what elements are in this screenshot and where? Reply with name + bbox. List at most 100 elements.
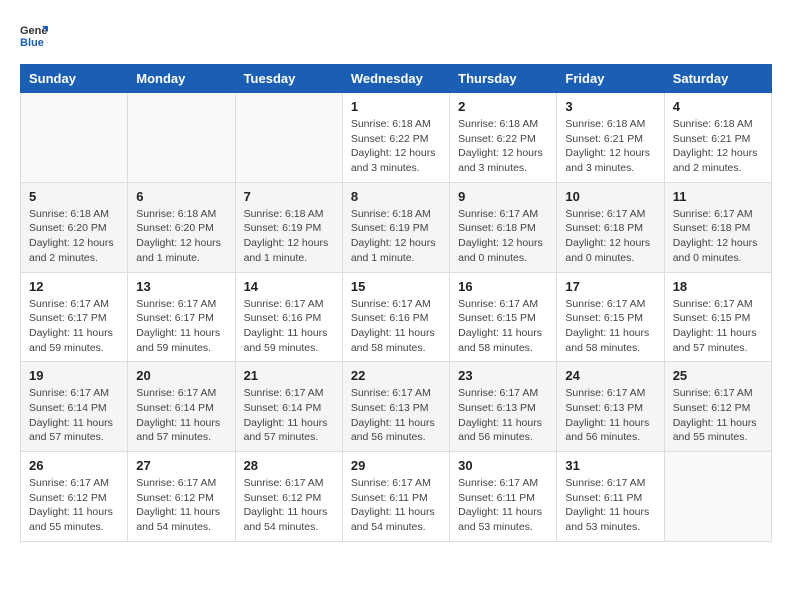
calendar-cell: 3 Sunrise: 6:18 AM Sunset: 6:21 PM Daylig… (557, 93, 664, 183)
day-info: Sunrise: 6:18 AM Sunset: 6:22 PM Dayligh… (458, 117, 548, 176)
weekday-header-tuesday: Tuesday (235, 65, 342, 93)
day-number: 28 (244, 458, 334, 473)
calendar-cell: 26 Sunrise: 6:17 AM Sunset: 6:12 PM Dayli… (21, 452, 128, 542)
calendar-cell: 5Sunrise: 6:18 AM Sunset: 6:20 PM Daylig… (21, 182, 128, 272)
calendar-cell: 2Sunrise: 6:18 AM Sunset: 6:22 PM Daylig… (450, 93, 557, 183)
day-number: 22 (351, 368, 441, 383)
calendar-table: SundayMondayTuesdayWednesdayThursdayFrid… (20, 64, 772, 542)
day-info: Sunrise: 6:17 AM Sunset: 6:14 PM Dayligh… (136, 386, 226, 445)
day-info: Sunrise: 6:17 AM Sunset: 6:13 PM Dayligh… (458, 386, 548, 445)
day-info: Sunrise: 6:17 AM Sunset: 6:12 PM Dayligh… (244, 476, 334, 535)
day-info: Sunrise: 6:17 AM Sunset: 6:11 PM Dayligh… (565, 476, 655, 535)
calendar-week-3: 12Sunrise: 6:17 AM Sunset: 6:17 PM Dayli… (21, 272, 772, 362)
logo-icon: General Blue (20, 20, 48, 48)
weekday-header-sunday: Sunday (21, 65, 128, 93)
day-info: Sunrise: 6:17 AM Sunset: 6:13 PM Dayligh… (565, 386, 655, 445)
day-number: 13 (136, 279, 226, 294)
calendar-cell: 27 Sunrise: 6:17 AM Sunset: 6:12 PM Dayli… (128, 452, 235, 542)
calendar-cell (235, 93, 342, 183)
weekday-header-saturday: Saturday (664, 65, 771, 93)
calendar-cell: 7 Sunrise: 6:18 AM Sunset: 6:19 PM Daylig… (235, 182, 342, 272)
calendar-cell: 20 Sunrise: 6:17 AM Sunset: 6:14 PM Dayli… (128, 362, 235, 452)
day-number: 3 (565, 99, 655, 114)
day-info: Sunrise: 6:17 AM Sunset: 6:18 PM Dayligh… (565, 207, 655, 266)
day-number: 24 (565, 368, 655, 383)
day-info: Sunrise: 6:18 AM Sunset: 6:20 PM Dayligh… (136, 207, 226, 266)
day-number: 10 (565, 189, 655, 204)
day-number: 20 (136, 368, 226, 383)
calendar-cell: 13 Sunrise: 6:17 AM Sunset: 6:17 PM Dayli… (128, 272, 235, 362)
calendar-cell: 16 Sunrise: 6:17 AM Sunset: 6:15 PM Dayli… (450, 272, 557, 362)
day-number: 27 (136, 458, 226, 473)
day-info: Sunrise: 6:18 AM Sunset: 6:21 PM Dayligh… (565, 117, 655, 176)
calendar-cell: 6 Sunrise: 6:18 AM Sunset: 6:20 PM Daylig… (128, 182, 235, 272)
calendar-cell (664, 452, 771, 542)
day-info: Sunrise: 6:17 AM Sunset: 6:17 PM Dayligh… (136, 297, 226, 356)
day-number: 30 (458, 458, 548, 473)
calendar-week-4: 19 Sunrise: 6:17 AM Sunset: 6:14 PM Dayli… (21, 362, 772, 452)
day-number: 16 (458, 279, 548, 294)
weekday-header-wednesday: Wednesday (342, 65, 449, 93)
calendar-cell: 19Sunrise: 6:17 AM Sunset: 6:14 PM Dayli… (21, 362, 128, 452)
day-info: Sunrise: 6:17 AM Sunset: 6:12 PM Dayligh… (673, 386, 763, 445)
day-info: Sunrise: 6:18 AM Sunset: 6:22 PM Dayligh… (351, 117, 441, 176)
day-number: 23 (458, 368, 548, 383)
day-info: Sunrise: 6:18 AM Sunset: 6:21 PM Dayligh… (673, 117, 763, 176)
day-number: 25 (673, 368, 763, 383)
calendar-header: SundayMondayTuesdayWednesdayThursdayFrid… (21, 65, 772, 93)
calendar-cell: 1 Sunrise: 6:18 AM Sunset: 6:22 PM Daylig… (342, 93, 449, 183)
calendar-cell (21, 93, 128, 183)
day-number: 9 (458, 189, 548, 204)
weekday-header-monday: Monday (128, 65, 235, 93)
day-info: Sunrise: 6:17 AM Sunset: 6:11 PM Dayligh… (351, 476, 441, 535)
day-number: 31 (565, 458, 655, 473)
calendar-cell: 29Sunrise: 6:17 AM Sunset: 6:11 PM Dayli… (342, 452, 449, 542)
day-number: 8 (351, 189, 441, 204)
day-number: 6 (136, 189, 226, 204)
day-number: 7 (244, 189, 334, 204)
day-info: Sunrise: 6:18 AM Sunset: 6:19 PM Dayligh… (244, 207, 334, 266)
day-number: 14 (244, 279, 334, 294)
calendar-cell: 23 Sunrise: 6:17 AM Sunset: 6:13 PM Dayli… (450, 362, 557, 452)
day-info: Sunrise: 6:17 AM Sunset: 6:18 PM Dayligh… (673, 207, 763, 266)
calendar-body: 1 Sunrise: 6:18 AM Sunset: 6:22 PM Daylig… (21, 93, 772, 542)
calendar-cell: 10 Sunrise: 6:17 AM Sunset: 6:18 PM Dayli… (557, 182, 664, 272)
day-info: Sunrise: 6:17 AM Sunset: 6:18 PM Dayligh… (458, 207, 548, 266)
weekday-header-thursday: Thursday (450, 65, 557, 93)
day-info: Sunrise: 6:17 AM Sunset: 6:14 PM Dayligh… (244, 386, 334, 445)
day-info: Sunrise: 6:17 AM Sunset: 6:16 PM Dayligh… (244, 297, 334, 356)
calendar-week-1: 1 Sunrise: 6:18 AM Sunset: 6:22 PM Daylig… (21, 93, 772, 183)
day-info: Sunrise: 6:17 AM Sunset: 6:13 PM Dayligh… (351, 386, 441, 445)
calendar-cell: 21 Sunrise: 6:17 AM Sunset: 6:14 PM Dayli… (235, 362, 342, 452)
calendar-cell: 11 Sunrise: 6:17 AM Sunset: 6:18 PM Dayli… (664, 182, 771, 272)
calendar-cell: 4 Sunrise: 6:18 AM Sunset: 6:21 PM Daylig… (664, 93, 771, 183)
day-info: Sunrise: 6:17 AM Sunset: 6:12 PM Dayligh… (136, 476, 226, 535)
logo: General Blue (20, 20, 52, 48)
calendar-cell: 12Sunrise: 6:17 AM Sunset: 6:17 PM Dayli… (21, 272, 128, 362)
day-info: Sunrise: 6:17 AM Sunset: 6:15 PM Dayligh… (565, 297, 655, 356)
day-number: 15 (351, 279, 441, 294)
day-info: Sunrise: 6:17 AM Sunset: 6:16 PM Dayligh… (351, 297, 441, 356)
day-number: 26 (29, 458, 119, 473)
day-number: 1 (351, 99, 441, 114)
day-number: 17 (565, 279, 655, 294)
calendar-cell: 30 Sunrise: 6:17 AM Sunset: 6:11 PM Dayli… (450, 452, 557, 542)
calendar-cell: 8 Sunrise: 6:18 AM Sunset: 6:19 PM Daylig… (342, 182, 449, 272)
day-info: Sunrise: 6:17 AM Sunset: 6:15 PM Dayligh… (673, 297, 763, 356)
calendar-cell: 22 Sunrise: 6:17 AM Sunset: 6:13 PM Dayli… (342, 362, 449, 452)
day-info: Sunrise: 6:18 AM Sunset: 6:20 PM Dayligh… (29, 207, 119, 266)
day-info: Sunrise: 6:17 AM Sunset: 6:12 PM Dayligh… (29, 476, 119, 535)
day-number: 4 (673, 99, 763, 114)
day-number: 19 (29, 368, 119, 383)
calendar-cell: 25 Sunrise: 6:17 AM Sunset: 6:12 PM Dayli… (664, 362, 771, 452)
day-info: Sunrise: 6:18 AM Sunset: 6:19 PM Dayligh… (351, 207, 441, 266)
calendar-week-5: 26 Sunrise: 6:17 AM Sunset: 6:12 PM Dayli… (21, 452, 772, 542)
day-number: 11 (673, 189, 763, 204)
calendar-cell: 31 Sunrise: 6:17 AM Sunset: 6:11 PM Dayli… (557, 452, 664, 542)
calendar-cell: 15 Sunrise: 6:17 AM Sunset: 6:16 PM Dayli… (342, 272, 449, 362)
day-info: Sunrise: 6:17 AM Sunset: 6:15 PM Dayligh… (458, 297, 548, 356)
calendar-cell: 14 Sunrise: 6:17 AM Sunset: 6:16 PM Dayli… (235, 272, 342, 362)
day-number: 21 (244, 368, 334, 383)
day-info: Sunrise: 6:17 AM Sunset: 6:11 PM Dayligh… (458, 476, 548, 535)
page-header: General Blue (20, 20, 772, 48)
